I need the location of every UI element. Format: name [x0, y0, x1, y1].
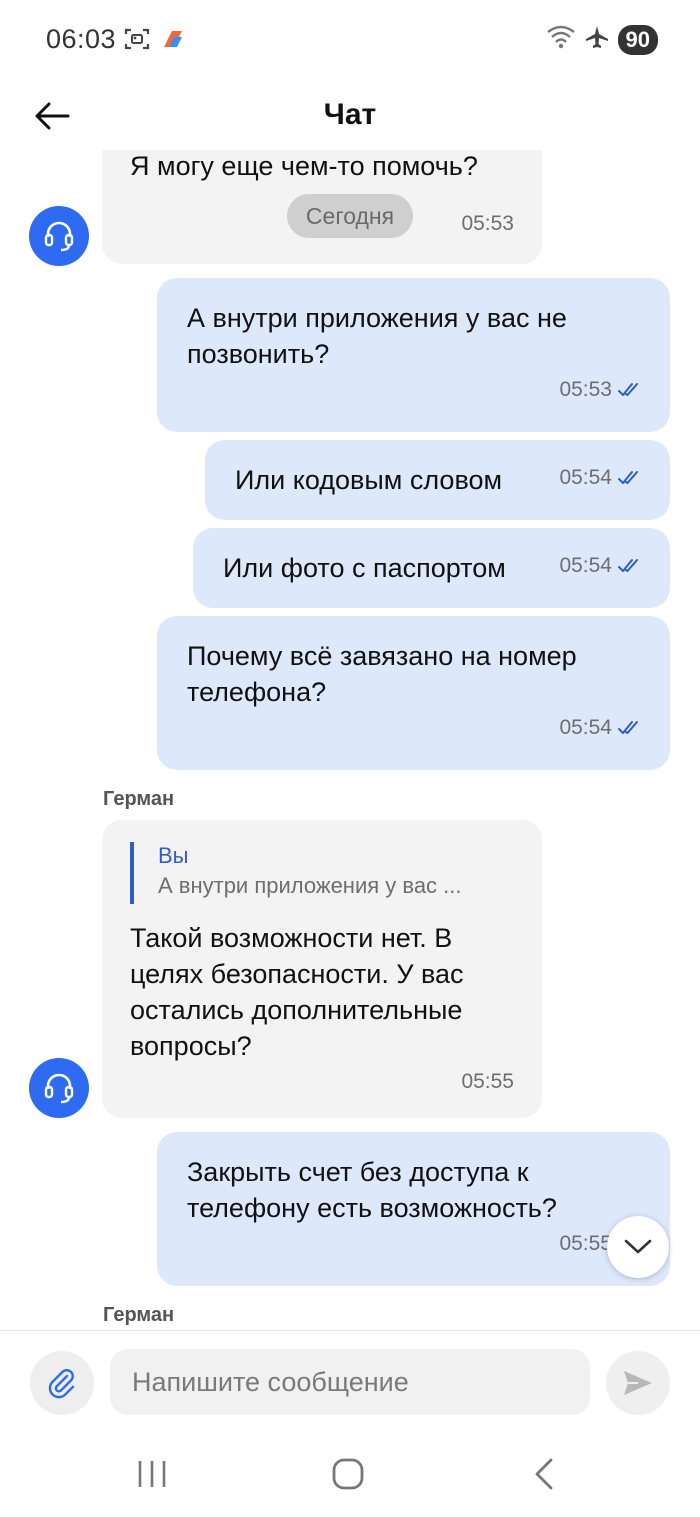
message-text: Почему всё завязано на номер телефона? [187, 641, 577, 707]
airplane-mode-icon [584, 24, 610, 55]
system-navigation-bar [0, 1430, 700, 1517]
reply-preview: А внутри приложения у вас ... [158, 873, 462, 898]
message-time: 05:55 [559, 1232, 612, 1255]
recent-apps-icon [138, 1461, 166, 1487]
header: Чат [0, 80, 700, 150]
status-left-icons [124, 27, 184, 56]
message-meta: 05:54 [559, 548, 642, 584]
status-bar: 06:03 90 [0, 0, 700, 80]
back-nav-button[interactable] [514, 1452, 574, 1496]
message-meta: 05:55 [461, 1064, 514, 1100]
page-title: Чат [323, 98, 377, 131]
message-outgoing[interactable]: Закрыть счет без доступа к телефону есть… [157, 1132, 670, 1286]
send-icon [624, 1371, 652, 1395]
message-text: Или кодовым словом [235, 465, 503, 495]
back-nav-icon [535, 1458, 553, 1490]
attach-button[interactable] [30, 1351, 94, 1415]
status-time: 06:03 [46, 24, 117, 54]
message-incoming[interactable]: Вы А внутри приложения у вас ... Такой в… [102, 820, 542, 1118]
battery-icon: 90 [617, 24, 658, 55]
message-outgoing[interactable]: Почему всё завязано на номер телефона? 0… [157, 616, 670, 770]
send-button[interactable] [606, 1351, 670, 1415]
reply-quote[interactable]: Вы А внутри приложения у вас ... [130, 842, 510, 904]
message-text: Я могу еще чем-то помочь? [130, 151, 478, 181]
chat-feed[interactable]: Я могу еще чем-то помочь? 05:53 Сегодня … [0, 150, 700, 1330]
message-time: 05:54 [559, 466, 612, 489]
home-icon [332, 1458, 364, 1490]
message-time: 05:55 [461, 1070, 514, 1093]
status-right-icons: 90 [546, 24, 658, 55]
recent-apps-button[interactable] [122, 1452, 182, 1496]
message-composer [0, 1330, 700, 1430]
message-text: Или фото с паспортом [223, 553, 506, 583]
message-input[interactable] [110, 1349, 590, 1415]
wifi-icon [546, 24, 576, 55]
sender-name: Герман [103, 1304, 175, 1326]
message-outgoing[interactable]: А внутри приложения у вас не позвонить? … [157, 278, 670, 432]
scroll-to-bottom-button[interactable] [607, 1216, 669, 1278]
double-check-icon [618, 383, 638, 396]
message-meta: 05:53 [559, 372, 642, 408]
headset-icon [44, 1073, 74, 1104]
paperclip-icon [48, 1369, 75, 1399]
home-button[interactable] [318, 1452, 378, 1496]
date-divider: Сегодня [287, 194, 413, 238]
message-time: 05:53 [559, 378, 612, 401]
headset-icon [44, 221, 74, 252]
app-notification-icon [160, 29, 184, 54]
message-time: 05:54 [559, 554, 612, 577]
message-time: 05:54 [559, 716, 612, 739]
screenshot-icon [124, 27, 150, 56]
message-time: 05:53 [461, 212, 514, 235]
message-text: А внутри приложения у вас не позвонить? [187, 303, 567, 369]
sender-name: Герман [103, 788, 175, 810]
double-check-icon [618, 721, 638, 734]
reply-author: Вы [158, 843, 189, 868]
support-avatar [29, 1058, 89, 1118]
double-check-icon [618, 559, 638, 572]
message-text: Такой возможности нет. В целях безопасно… [130, 923, 464, 1061]
message-text: Закрыть счет без доступа к телефону есть… [187, 1157, 557, 1223]
support-avatar [29, 206, 89, 266]
message-outgoing[interactable]: Или кодовым словом 05:54 [205, 440, 670, 520]
message-meta: 05:54 [559, 710, 642, 746]
message-outgoing[interactable]: Или фото с паспортом 05:54 [193, 528, 670, 608]
chevron-down-icon [624, 1239, 652, 1254]
double-check-icon [618, 471, 638, 484]
message-meta: 05:54 [559, 460, 642, 496]
message-meta: 05:53 [461, 206, 514, 242]
